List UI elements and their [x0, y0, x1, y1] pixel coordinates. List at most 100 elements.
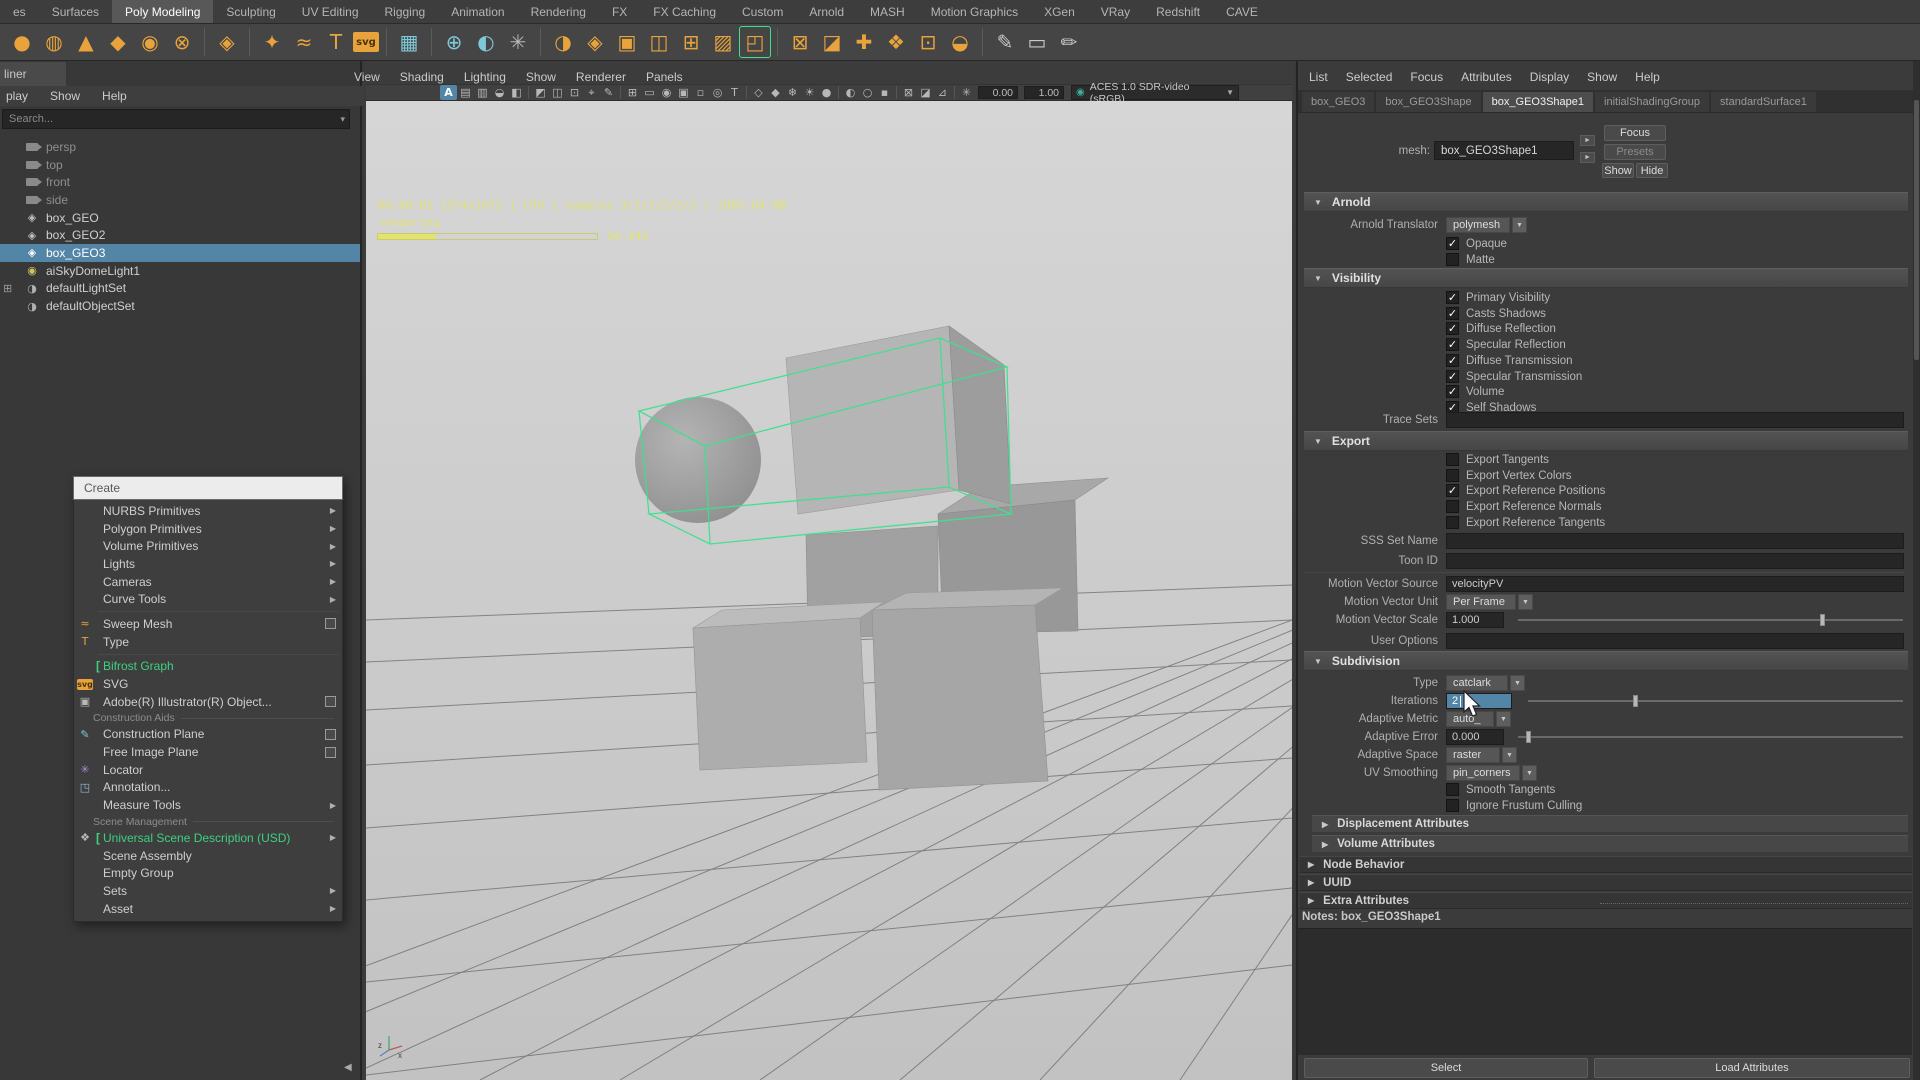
shelf-icon[interactable]: ⊡: [913, 27, 943, 57]
checkbox-volume[interactable]: ✓: [1446, 385, 1459, 398]
attr-dropdown[interactable]: Per Frame: [1446, 594, 1516, 610]
menu-item-universal-scene-description-usd-[interactable]: ❖[Universal Scene Description (USD)▶: [74, 829, 342, 847]
menu-item-locator[interactable]: ✳Locator: [74, 761, 342, 779]
outliner-menu-play[interactable]: play: [6, 89, 28, 103]
shelf-icon[interactable]: ▣: [612, 27, 642, 57]
menu-item-polygon-primitives[interactable]: Polygon Primitives▶: [74, 520, 342, 538]
shelf-tab-fx-caching[interactable]: FX Caching: [640, 0, 729, 23]
menu-item-type[interactable]: TType: [74, 633, 342, 651]
option-box-icon[interactable]: [325, 747, 336, 758]
attr-input[interactable]: [1446, 633, 1904, 649]
outliner-item-defaultLightSet[interactable]: ⊞◑defaultLightSet: [0, 280, 360, 298]
outliner-item-defaultObjectSet[interactable]: ◑defaultObjectSet: [0, 297, 360, 315]
viewport-toolbar-icon[interactable]: ○: [859, 85, 876, 100]
shelf-tab-es[interactable]: es: [0, 0, 39, 23]
checkbox-casts-shadows[interactable]: ✓: [1446, 307, 1459, 320]
shelf-icon[interactable]: ◒: [945, 27, 975, 57]
checkbox-export-reference-positions[interactable]: ✓: [1446, 484, 1459, 497]
checkbox-ignore-frustum-culling[interactable]: [1446, 799, 1459, 812]
shelf-icon[interactable]: ⊕: [439, 27, 469, 57]
viewport-3d-scene[interactable]: z x: [366, 101, 1292, 1080]
menu-item-annotation-[interactable]: ◳Annotation...: [74, 779, 342, 797]
shelf-tab-vray[interactable]: VRay: [1088, 0, 1143, 23]
shelf-tab-xgen[interactable]: XGen: [1031, 0, 1088, 23]
shelf-icon[interactable]: ▲: [71, 27, 101, 57]
viewport-menu-shading[interactable]: Shading: [390, 70, 454, 84]
outliner-item-aiSkyDomeLight1[interactable]: ◉aiSkyDomeLight1: [0, 262, 360, 280]
menu-item-construction-plane[interactable]: ✎Construction Plane: [74, 726, 342, 744]
checkbox-diffuse-transmission[interactable]: ✓: [1446, 354, 1459, 367]
menu-item-sweep-mesh[interactable]: ≈Sweep Mesh: [74, 615, 342, 633]
section-header-uuid[interactable]: ▶UUID: [1300, 874, 1912, 891]
shelf-tab-motion-graphics[interactable]: Motion Graphics: [918, 0, 1031, 23]
viewport-toolbar-icon[interactable]: ▫: [692, 85, 709, 100]
menu-item-sets[interactable]: Sets▶: [74, 882, 342, 900]
viewport-toolbar-icon[interactable]: ◆: [767, 85, 784, 100]
shelf-icon[interactable]: ▭: [1022, 27, 1052, 57]
outliner-item-box_GEO2[interactable]: ◈box_GEO2: [0, 226, 360, 244]
slider-handle[interactable]: [1526, 731, 1531, 743]
antialias-toggle-icon[interactable]: A: [440, 85, 457, 100]
shelf-icon[interactable]: ❖: [881, 27, 911, 57]
menu-item-svg[interactable]: svgSVG: [74, 675, 342, 693]
shelf-icon[interactable]: ▦: [394, 27, 424, 57]
section-header-extra-attributes[interactable]: ▶Extra Attributes: [1300, 892, 1912, 909]
shelf-icon[interactable]: ✦: [257, 27, 287, 57]
outliner-item-front[interactable]: front: [0, 173, 360, 191]
shelf-icon[interactable]: ▨: [708, 27, 738, 57]
menu-item-nurbs-primitives[interactable]: NURBS Primitives▶: [74, 502, 342, 520]
viewport-toolbar-icon[interactable]: ◒: [491, 85, 508, 100]
checkbox-export-vertex-colors[interactable]: [1446, 469, 1459, 482]
shelf-tab-custom[interactable]: Custom: [729, 0, 796, 23]
outliner-item-box_GEO3[interactable]: ◈box_GEO3: [0, 244, 360, 262]
shelf-icon[interactable]: ◪: [817, 27, 847, 57]
exposure-field[interactable]: 0.00: [978, 86, 1018, 99]
viewport-toolbar-icon[interactable]: ⊞: [624, 85, 641, 100]
checkbox-smooth-tangents[interactable]: [1446, 783, 1459, 796]
shelf-tab-cave[interactable]: CAVE: [1213, 0, 1271, 23]
shelf-icon[interactable]: ◈: [212, 27, 242, 57]
checkbox-diffuse-reflection[interactable]: ✓: [1446, 322, 1459, 335]
checkbox-specular-reflection[interactable]: ✓: [1446, 338, 1459, 351]
viewport-toolbar-icon[interactable]: ◧: [508, 85, 525, 100]
viewport-toolbar-icon[interactable]: ⊿: [934, 85, 951, 100]
shelf-icon[interactable]: ≈: [289, 27, 319, 57]
menu-item-empty-group[interactable]: Empty Group: [74, 864, 342, 882]
outliner-tab[interactable]: liner: [0, 62, 66, 86]
section-header-visibility[interactable]: ▼Visibility: [1304, 268, 1908, 288]
attr-dropdown[interactable]: raster: [1446, 747, 1500, 763]
shelf-icon[interactable]: ◉: [135, 27, 165, 57]
viewport-toolbar-icon[interactable]: ❄: [784, 85, 801, 100]
viewport-menu-panels[interactable]: Panels: [636, 70, 693, 84]
slider-track[interactable]: [1518, 736, 1903, 738]
gamma-field[interactable]: 1.00: [1024, 86, 1064, 99]
attr-input[interactable]: 1.000: [1446, 612, 1504, 628]
shelf-icon[interactable]: ✳: [503, 27, 533, 57]
shelf-icon[interactable]: ⊠: [785, 27, 815, 57]
chevron-down-icon[interactable]: ▼: [1496, 711, 1511, 727]
chevron-down-icon[interactable]: ▼: [1512, 217, 1527, 233]
viewport-toolbar-icon[interactable]: T: [726, 85, 743, 100]
viewport-menu-show[interactable]: Show: [516, 70, 566, 84]
shelf-tab-sculpting[interactable]: Sculpting: [213, 0, 288, 23]
select-button[interactable]: Select: [1304, 1058, 1588, 1078]
viewport-toolbar-icon[interactable]: ✎: [600, 85, 617, 100]
shelf-icon[interactable]: ◫: [644, 27, 674, 57]
attr-dropdown[interactable]: polymesh: [1446, 217, 1510, 233]
create-menu-title[interactable]: Create: [73, 476, 343, 500]
section-header-displacement-attributes[interactable]: ▶Displacement Attributes: [1312, 815, 1908, 833]
shelf-icon[interactable]: ⊞: [676, 27, 706, 57]
shelf-icon[interactable]: ◈: [580, 27, 610, 57]
attr-input[interactable]: [1446, 533, 1904, 549]
attr-input[interactable]: velocityPV: [1446, 576, 1904, 592]
menu-item-adobe-r-illustrator-r-object-[interactable]: ▣Adobe(R) Illustrator(R) Object...: [74, 693, 342, 711]
outliner-item-top[interactable]: top: [0, 156, 360, 174]
viewport-toolbar-icon[interactable]: ☀: [801, 85, 818, 100]
shelf-tab-animation[interactable]: Animation: [438, 0, 517, 23]
slider-handle[interactable]: [1633, 695, 1638, 707]
viewport-toolbar-icon[interactable]: ◫: [549, 85, 566, 100]
shelf-icon[interactable]: ◍: [39, 27, 69, 57]
shelf-tab-fx[interactable]: FX: [599, 0, 640, 23]
shelf-tab-redshift[interactable]: Redshift: [1143, 0, 1213, 23]
shelf-icon[interactable]: ◰: [740, 27, 770, 57]
